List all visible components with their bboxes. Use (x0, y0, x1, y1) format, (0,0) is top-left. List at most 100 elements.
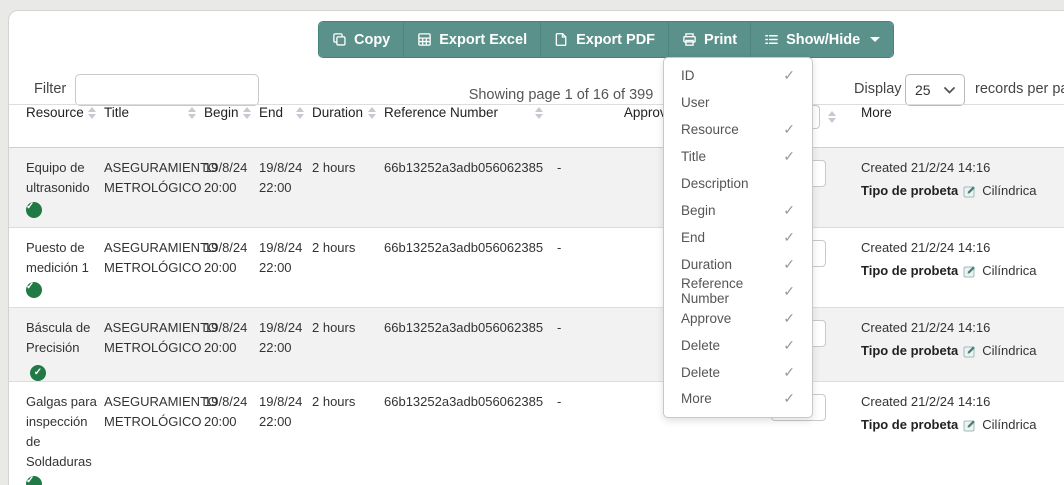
dropdown-item-delete[interactable]: Delete ✓ (664, 359, 812, 385)
check-icon: ✓ (783, 255, 795, 272)
column-header-resource[interactable]: Resource (9, 105, 104, 148)
custom-field-label: Tipo de probeta (861, 417, 959, 432)
custom-field-value: Cilíndrica (982, 417, 1037, 432)
dropdown-item-label: Resource (681, 122, 739, 138)
approved-check-icon: ✓ (26, 202, 42, 218)
dropdown-item-label: Title (681, 149, 707, 165)
reference-cell: 66b13252a3adb056062385 (384, 394, 544, 409)
content-panel: Filter Showing page 1 of 16 of 399 Displ… (8, 10, 1064, 485)
begin-cell: 19/8/24 20:00 (204, 160, 248, 195)
filter-input[interactable] (75, 74, 259, 106)
begin-cell: 19/8/24 20:00 (204, 320, 248, 355)
check-icon: ✓ (783, 228, 795, 245)
caret-down-icon (870, 37, 881, 42)
check-icon: ✓ (783, 363, 795, 380)
dropdown-item-label: Delete (681, 337, 721, 353)
sort-icon (828, 111, 836, 123)
column-header-more[interactable]: More (846, 105, 1064, 148)
check-icon: ✓ (783, 309, 795, 326)
showing-page-text: Showing page 1 of 16 of 399 (468, 87, 654, 103)
more-cell: Created 21/2/24 14:16 Tipo de probeta Ci… (846, 382, 1064, 485)
custom-field-value: Cilíndrica (982, 183, 1037, 198)
sort-icon (535, 106, 543, 119)
dropdown-item-more[interactable]: More ✓ (664, 386, 812, 412)
duration-cell: 2 hours (312, 394, 356, 409)
table-header-row: Resource Title Begin End Duration Refere… (9, 104, 1064, 148)
display-label: Display (854, 81, 902, 97)
print-button[interactable]: Print (669, 22, 752, 57)
custom-field-label: Tipo de probeta (861, 343, 959, 358)
column-header-end[interactable]: End (259, 105, 312, 148)
title-cell: ASEGURAMIENTO METROLÓGICO (104, 160, 218, 195)
column-header-reference-number[interactable]: Reference Number (384, 105, 551, 148)
dropdown-item-reference-number[interactable]: Reference Number ✓ (664, 276, 812, 307)
pdf-icon (554, 32, 569, 47)
table-row: Galgas para inspección de Soldaduras ✓ A… (9, 382, 1064, 485)
edit-icon[interactable] (963, 264, 977, 278)
dropdown-item-description[interactable]: Description (664, 171, 812, 197)
custom-field-label: Tipo de probeta (861, 183, 959, 198)
sort-icon (88, 106, 96, 119)
reference-cell: 66b13252a3adb056062385 (384, 160, 544, 175)
duration-cell: 2 hours (312, 320, 356, 335)
dropdown-item-duration[interactable]: Duration ✓ (664, 251, 812, 277)
title-cell: ASEGURAMIENTO METROLÓGICO (104, 394, 218, 429)
column-header-duration[interactable]: Duration (312, 105, 384, 148)
table-row: Báscula de Precisión✓ ASEGURAMIENTO METR… (9, 307, 1064, 382)
sort-icon (188, 106, 196, 119)
sort-icon (243, 106, 251, 119)
chevron-down-icon (944, 81, 955, 99)
reference-cell: 66b13252a3adb056062385 (384, 240, 544, 255)
dropdown-item-label: ID (681, 68, 695, 84)
sort-icon (296, 106, 304, 119)
dropdown-item-label: Duration (681, 256, 733, 272)
records-per-page-suffix: records per page (975, 81, 1064, 97)
sort-icon (368, 106, 376, 119)
resource-cell: Equipo de ultrasonido ✓ (9, 148, 104, 228)
dropdown-item-label: Reference Number (681, 276, 744, 307)
table-row: Puesto de medición 1 ✓ ASEGURAMIENTO MET… (9, 228, 1064, 308)
resource-cell: Puesto de medición 1 ✓ (9, 228, 104, 308)
resource-cell: Báscula de Precisión✓ (9, 308, 104, 382)
check-icon: ✓ (783, 67, 795, 84)
end-cell: 19/8/24 22:00 (259, 160, 303, 195)
approved-check-icon: ✓ (26, 476, 42, 485)
copy-button[interactable]: Copy (319, 22, 405, 57)
reference-cell: 66b13252a3adb056062385 (384, 320, 544, 335)
dropdown-item-label: Begin (681, 203, 716, 219)
dropdown-item-end[interactable]: End ✓ (664, 224, 812, 250)
edit-icon[interactable] (963, 418, 977, 432)
dropdown-item-id[interactable]: ID ✓ (664, 63, 812, 89)
approved-check-icon: ✓ (30, 365, 46, 381)
dropdown-item-user[interactable]: User (664, 90, 812, 116)
dropdown-item-label: Delete (681, 364, 721, 380)
created-text: Created 21/2/24 14:16 (861, 394, 991, 409)
table-row: Equipo de ultrasonido ✓ ASEGURAMIENTO ME… (9, 147, 1064, 228)
check-icon: ✓ (783, 282, 795, 299)
more-cell: Created 21/2/24 14:16 Tipo de probeta Ci… (846, 228, 1064, 308)
end-cell: 19/8/24 22:00 (259, 394, 303, 429)
dropdown-item-resource[interactable]: Resource ✓ (664, 117, 812, 143)
edit-icon[interactable] (963, 344, 977, 358)
dropdown-item-approve[interactable]: Approve ✓ (664, 305, 812, 331)
dropdown-item-label: Description (681, 176, 749, 192)
show-hide-button[interactable]: Show/Hide (751, 22, 894, 57)
dropdown-item-begin[interactable]: Begin ✓ (664, 198, 812, 224)
column-header-begin[interactable]: Begin (204, 105, 259, 148)
reservations-table: Resource Title Begin End Duration Refere… (9, 104, 1064, 485)
dropdown-item-delete[interactable]: Delete ✓ (664, 332, 812, 358)
export-toolbar: Copy Export Excel Export PDF Print Show/… (318, 21, 895, 58)
created-text: Created 21/2/24 14:16 (861, 160, 991, 175)
records-per-page-select[interactable]: 25 (905, 74, 965, 106)
edit-icon[interactable] (963, 184, 977, 198)
export-pdf-button[interactable]: Export PDF (541, 22, 670, 57)
created-text: Created 21/2/24 14:16 (861, 240, 991, 255)
print-icon (682, 32, 697, 47)
excel-icon (417, 32, 432, 47)
export-excel-button[interactable]: Export Excel (404, 22, 542, 57)
copy-icon (332, 32, 347, 47)
created-text: Created 21/2/24 14:16 (861, 320, 991, 335)
dropdown-item-title[interactable]: Title ✓ (664, 144, 812, 170)
column-header-title[interactable]: Title (104, 105, 204, 148)
check-icon: ✓ (783, 336, 795, 353)
